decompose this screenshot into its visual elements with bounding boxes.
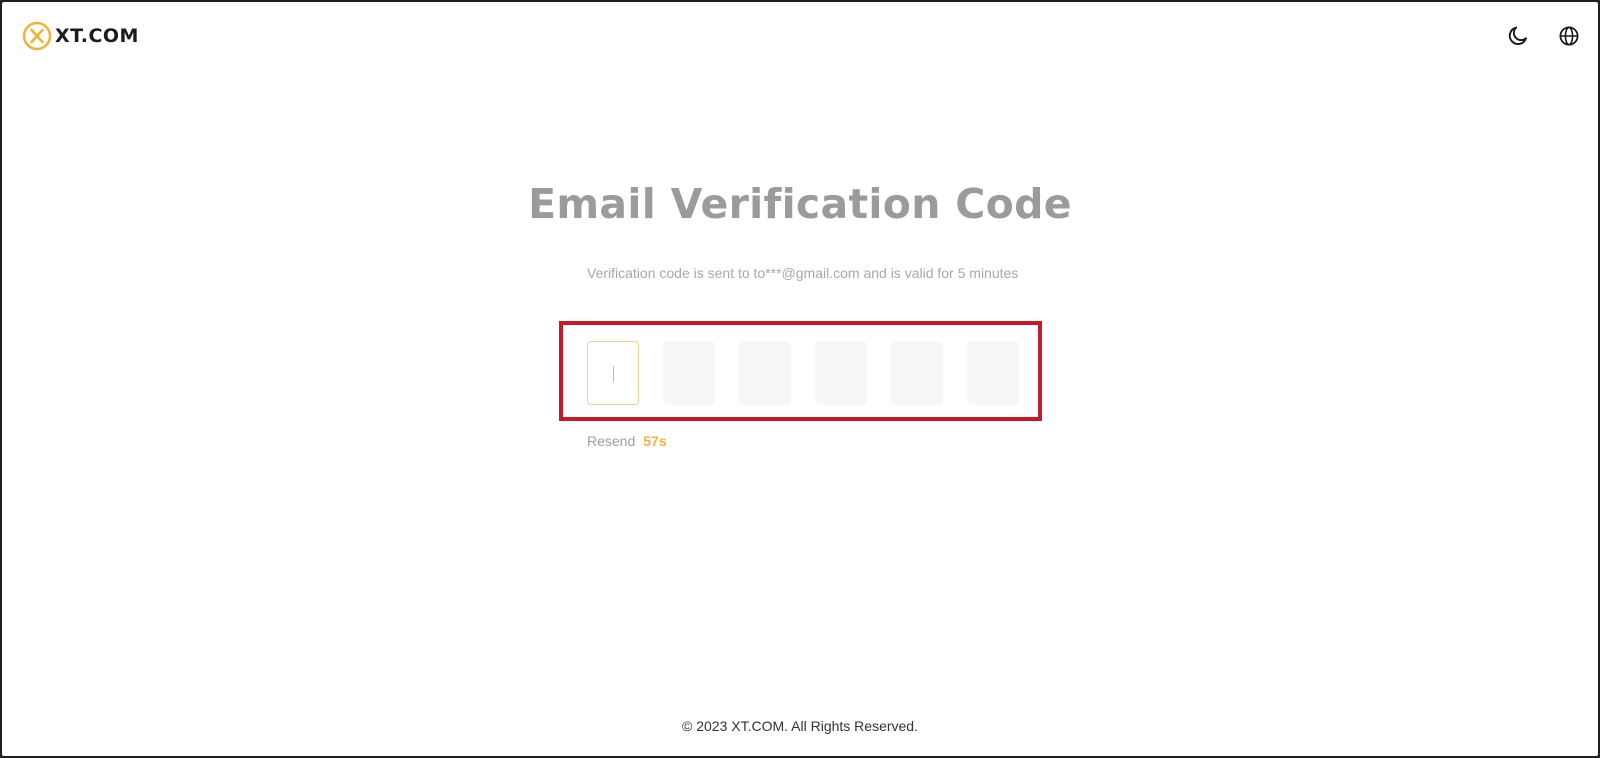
top-header: XT.COM bbox=[2, 2, 1598, 72]
code-digit-6[interactable] bbox=[967, 341, 1019, 405]
code-digit-1[interactable] bbox=[587, 341, 639, 405]
footer-copyright: © 2023 XT.COM. All Rights Reserved. bbox=[682, 718, 918, 734]
text-cursor bbox=[613, 366, 614, 382]
browser-window: XT.COM Email Verification Code Verificat… bbox=[0, 0, 1600, 758]
verification-hint: Verification code is sent to to***@gmail… bbox=[587, 265, 1019, 281]
resend-link[interactable]: Resend bbox=[587, 433, 635, 449]
xt-logo[interactable]: XT.COM bbox=[22, 20, 139, 52]
code-digit-4[interactable] bbox=[815, 341, 867, 405]
resend-countdown: 57s bbox=[643, 433, 667, 449]
xt-logo-icon bbox=[22, 21, 52, 51]
moon-icon bbox=[1508, 26, 1527, 45]
code-digit-5[interactable] bbox=[891, 341, 943, 405]
theme-toggle-button[interactable] bbox=[1504, 22, 1532, 50]
resend-row: Resend 57s bbox=[587, 432, 667, 450]
globe-icon bbox=[1559, 26, 1579, 46]
logo-text: XT.COM bbox=[55, 25, 139, 47]
page-title: Email Verification Code bbox=[528, 180, 1072, 228]
code-digit-2[interactable] bbox=[663, 341, 715, 405]
code-digit-3[interactable] bbox=[739, 341, 791, 405]
language-button[interactable] bbox=[1555, 22, 1583, 50]
